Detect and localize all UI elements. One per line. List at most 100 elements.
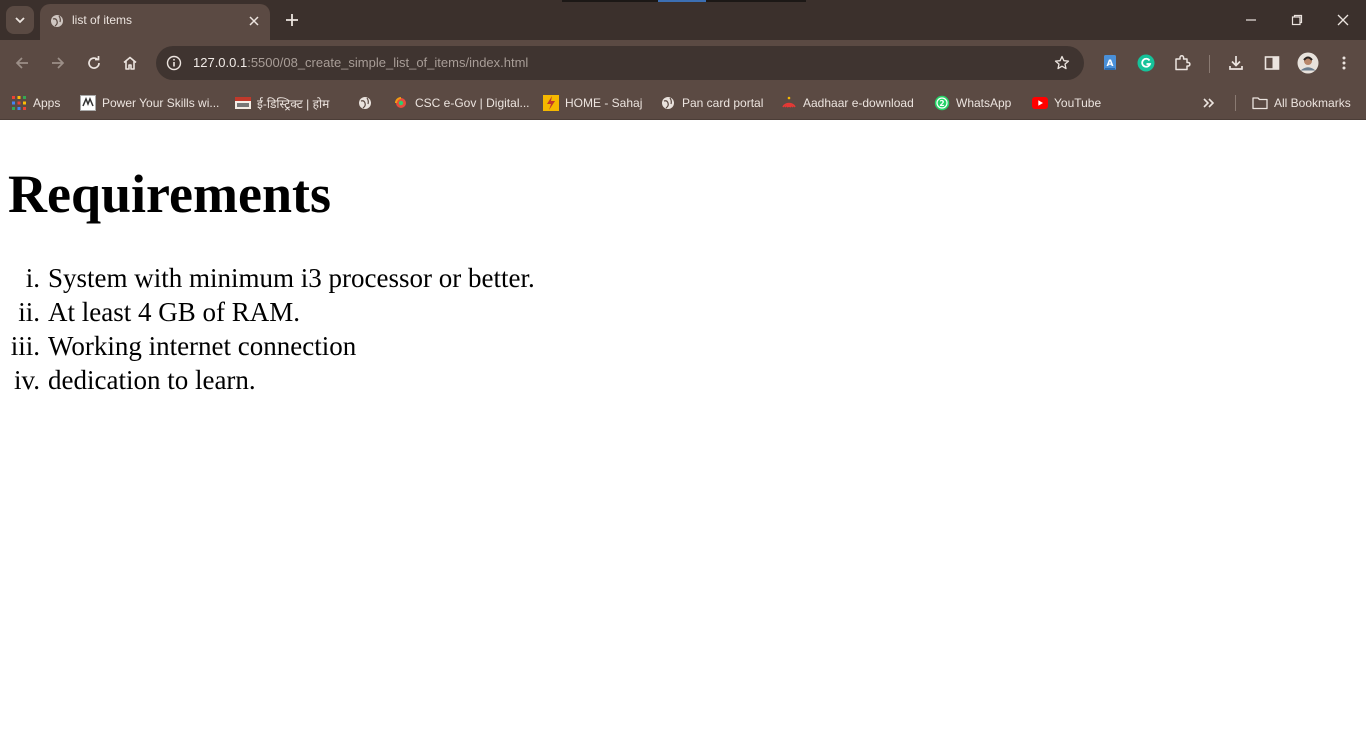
side-panel-button[interactable] [1258,49,1286,77]
list-marker: ii. [18,297,40,327]
minimize-button[interactable] [1228,4,1274,36]
bookmark-globe[interactable] [357,91,373,115]
requirements-list: i. System with minimum i3 processor or b… [0,261,535,397]
bookmark-star-button[interactable] [1050,51,1074,75]
url-host: 127.0.0.1 [193,55,248,70]
bookmarks-overflow-button[interactable] [1201,91,1217,115]
back-button[interactable] [8,49,36,77]
bookmark-pan-card-portal[interactable]: Pan card portal [660,91,763,115]
bookmark-power-your-skills[interactable]: Power Your Skills wi... [80,91,219,115]
globe-icon [51,15,63,27]
bookmark-whatsapp[interactable]: 2 WhatsApp [934,91,1011,115]
chevron-double-right-icon [1201,95,1217,111]
reload-button[interactable] [80,49,108,77]
browser-toolbar: 127.0.0.1:5500/08_create_simple_list_of_… [0,40,1366,86]
bookmark-label: Power Your Skills wi... [102,96,220,110]
bookmark-apps[interactable]: Apps [11,91,60,115]
list-item-text: dedication to learn. [48,365,256,395]
close-icon [249,16,259,26]
list-item: ii. At least 4 GB of RAM. [0,295,535,329]
bookmark-aadhaar-download[interactable]: Aadhaar e-download [781,91,914,115]
bookmarks-separator [1235,95,1236,111]
tab-active[interactable]: list of items [40,4,270,40]
minimize-icon [1246,19,1256,21]
address-bar[interactable]: 127.0.0.1:5500/08_create_simple_list_of_… [156,46,1084,80]
tab-title: list of items [72,13,133,27]
apps-grid-icon [11,95,27,111]
chevron-down-icon [15,17,25,24]
page-title: Requirements [8,164,331,224]
bookmark-youtube[interactable]: YouTube [1032,91,1101,115]
extension-grammarly-button[interactable] [1132,49,1160,77]
translate-extension-icon: A [1104,55,1116,70]
youtube-icon [1032,95,1048,111]
plus-icon [286,14,298,26]
bookmark-label: Pan card portal [682,96,764,110]
list-item-text: Working internet connection [48,331,357,361]
all-bookmarks-label: All Bookmarks [1274,96,1351,110]
site-favicon-icon [80,95,96,111]
edistrict-favicon-icon [235,95,251,111]
list-item: iii. Working internet connection [0,329,535,363]
page-content: Requirements i. System with minimum i3 p… [0,121,1366,738]
arrow-right-icon [52,57,65,69]
bookmarks-bar: Apps Power Your Skills wi... ई-डिस्ट्रिक… [0,86,1366,120]
avatar [1297,52,1319,74]
arrow-left-icon [15,57,28,69]
close-icon [1337,14,1349,26]
bookmark-label: YouTube [1054,96,1102,110]
window-drag-accent [658,0,706,2]
grammarly-icon [1137,54,1155,72]
aadhaar-favicon-icon [781,95,797,111]
profile-button[interactable] [1294,49,1322,77]
home-button[interactable] [116,49,144,77]
list-item: i. System with minimum i3 processor or b… [0,261,535,295]
site-info-button[interactable] [160,49,188,77]
bookmark-home-sahaj[interactable]: HOME - Sahaj [543,91,642,115]
puzzle-icon [1175,54,1191,71]
bookmark-label: Aadhaar e-download [803,96,914,110]
bookmark-label: ई-डिस्ट्रिक्ट | होम [257,96,330,111]
bookmark-edistrict[interactable]: ई-डिस्ट्रिक्ट | होम [235,91,329,115]
new-tab-button[interactable] [280,8,304,32]
all-bookmarks-button[interactable]: All Bookmarks [1252,91,1351,115]
browser-menu-button[interactable] [1330,49,1358,77]
info-icon [166,55,182,71]
toolbar-separator [1209,55,1210,73]
download-icon [1229,56,1243,70]
restore-button[interactable] [1274,4,1320,36]
home-icon [123,56,137,70]
more-vertical-icon [1342,56,1346,70]
bookmark-csc-egov[interactable]: CSC e-Gov | Digital... [393,91,529,115]
sahaj-favicon-icon [543,95,559,111]
svg-text:A: A [1107,59,1114,69]
list-marker: i. [25,263,40,293]
list-marker: iii. [10,331,40,361]
bookmark-label: HOME - Sahaj [565,96,643,110]
restore-icon [1291,14,1303,26]
close-window-button[interactable] [1320,4,1366,36]
bookmark-label: CSC e-Gov | Digital... [415,96,530,110]
url-path: :5500/08_create_simple_list_of_items/ind… [247,55,529,70]
reload-icon [88,56,100,69]
svg-text:2: 2 [939,99,944,108]
bookmark-label: Apps [33,96,61,110]
tab-close-button[interactable] [244,11,264,31]
csc-favicon-icon [393,95,409,111]
tab-search-button[interactable] [6,6,34,34]
url-text[interactable]: 127.0.0.1:5500/08_create_simple_list_of_… [193,55,528,70]
forward-button[interactable] [44,49,72,77]
list-item-text: At least 4 GB of RAM. [48,297,300,327]
extension-translate-button[interactable]: A [1096,49,1124,77]
extensions-button[interactable] [1168,49,1196,77]
folder-icon [1252,95,1268,111]
whatsapp-icon: 2 [934,95,950,111]
side-panel-icon [1264,56,1280,70]
star-icon [1054,55,1070,70]
list-marker: iv. [14,365,40,395]
list-item-text: System with minimum i3 processor or bett… [48,263,535,293]
bookmark-label: WhatsApp [956,96,1012,110]
list-item: iv. dedication to learn. [0,363,535,397]
globe-icon [660,95,676,111]
downloads-button[interactable] [1222,49,1250,77]
